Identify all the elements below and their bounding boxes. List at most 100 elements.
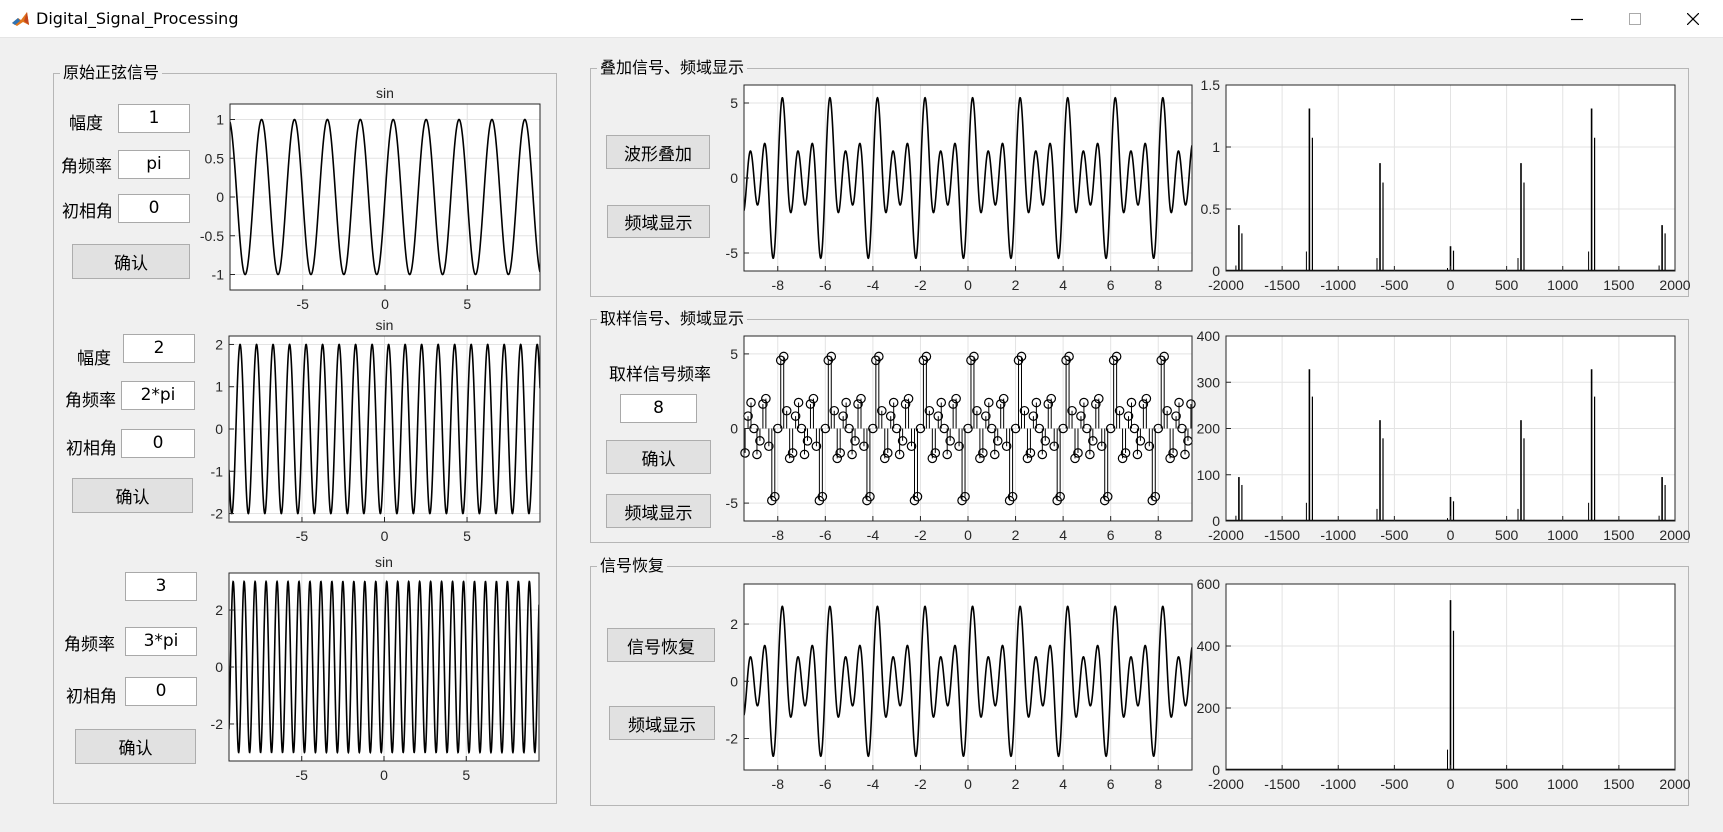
- x-tick-label: -1500: [1264, 776, 1300, 792]
- x-tick-label: 1000: [1547, 277, 1578, 293]
- x-tick-label: -4: [867, 776, 880, 792]
- x-tick-label: -6: [819, 527, 832, 543]
- x-tick-label: -2000: [1208, 277, 1244, 293]
- x-tick-label: -4: [867, 277, 880, 293]
- x-tick-label: -500: [1380, 776, 1408, 792]
- x-tick-label: 8: [1154, 776, 1162, 792]
- x-tick-label: 1000: [1547, 527, 1578, 543]
- x-tick-label: 6: [1107, 776, 1115, 792]
- x-tick-label: -1000: [1320, 776, 1356, 792]
- x-tick-label: -2000: [1208, 776, 1244, 792]
- x-tick-label: 5: [462, 767, 470, 783]
- y-tick-label: 0: [215, 659, 223, 675]
- x-tick-label: 2000: [1659, 776, 1690, 792]
- y-tick-label: 2: [730, 616, 738, 632]
- x-tick-label: -1500: [1264, 527, 1300, 543]
- y-tick-label: -1: [212, 267, 225, 283]
- chart-sum_spec: -2000 -1500 -1000 -500 0 500 1000 1500 2000 0 0.5 1…: [1201, 77, 1691, 293]
- x-tick-label: 1500: [1603, 776, 1634, 792]
- x-tick-label: 8: [1154, 277, 1162, 293]
- x-tick-label: 0: [964, 277, 972, 293]
- y-tick-label: 0: [1212, 762, 1220, 778]
- y-tick-label: 600: [1197, 576, 1221, 592]
- x-tick-label: 5: [463, 296, 471, 312]
- chart-title: sin: [375, 554, 393, 570]
- x-tick-label: 5: [463, 528, 471, 544]
- y-tick-label: 100: [1197, 467, 1221, 483]
- y-tick-label: 1: [215, 379, 223, 395]
- chart-title: sin: [376, 85, 394, 101]
- x-tick-label: -6: [819, 277, 832, 293]
- y-tick-label: -2: [211, 506, 224, 522]
- chart-sin3: -5 0 5 -2 0 2 sin: [211, 554, 540, 783]
- y-tick-label: 1.5: [1201, 77, 1221, 93]
- x-tick-label: -2000: [1208, 527, 1244, 543]
- chart-sin1: -5 0 5 -1 -0.5 0 0.5 1 sin: [200, 85, 541, 312]
- x-tick-label: 500: [1495, 527, 1519, 543]
- y-tick-label: -2: [211, 716, 224, 732]
- y-tick-label: 200: [1197, 421, 1221, 437]
- x-tick-label: 6: [1107, 527, 1115, 543]
- y-tick-label: 0: [216, 189, 224, 205]
- chart-title: sin: [376, 317, 394, 333]
- x-tick-label: -2: [914, 527, 927, 543]
- x-tick-label: 0: [381, 528, 389, 544]
- x-tick-label: -1500: [1264, 277, 1300, 293]
- x-tick-label: 4: [1059, 527, 1067, 543]
- x-tick-label: 1500: [1603, 527, 1634, 543]
- x-tick-label: -2: [914, 277, 927, 293]
- x-tick-label: -8: [772, 277, 785, 293]
- y-tick-label: -5: [726, 495, 739, 511]
- plot-area: -5 0 5 -1 -0.5 0 0.5 1 sin -5 0 5 -2 -1 0 1 2 sin -5 0 5 -2 0 2…: [200, 77, 1691, 792]
- y-tick-label: 0: [730, 170, 738, 186]
- x-tick-label: -2: [914, 776, 927, 792]
- y-tick-label: 0: [730, 673, 738, 689]
- y-tick-label: 0.5: [1201, 201, 1221, 217]
- x-tick-label: 2000: [1659, 527, 1690, 543]
- x-tick-label: 0: [381, 296, 389, 312]
- y-tick-label: -5: [726, 245, 739, 261]
- x-tick-label: -4: [867, 527, 880, 543]
- x-tick-label: 0: [964, 527, 972, 543]
- x-tick-label: 0: [1447, 277, 1455, 293]
- y-tick-label: 0: [215, 421, 223, 437]
- x-tick-label: 1000: [1547, 776, 1578, 792]
- chart-sampled_spec: -2000 -1500 -1000 -500 0 500 1000 1500 2000 0 100 2…: [1197, 328, 1691, 543]
- x-tick-label: -8: [772, 776, 785, 792]
- x-tick-label: -6: [819, 776, 832, 792]
- x-tick-label: 2000: [1659, 277, 1690, 293]
- y-tick-label: 5: [730, 95, 738, 111]
- y-tick-label: -2: [726, 731, 739, 747]
- y-tick-label: 2: [215, 602, 223, 618]
- chart-recovered: -8 -6 -4 -2 0 2 4 6 8 -2 0 2: [726, 583, 1193, 792]
- y-tick-label: 400: [1197, 328, 1221, 344]
- x-tick-label: 6: [1107, 277, 1115, 293]
- y-tick-label: 200: [1197, 700, 1221, 716]
- x-tick-label: 500: [1495, 776, 1519, 792]
- x-tick-label: 4: [1059, 277, 1067, 293]
- x-tick-label: -8: [772, 527, 785, 543]
- x-tick-label: 1500: [1603, 277, 1634, 293]
- x-tick-label: 4: [1059, 776, 1067, 792]
- y-tick-label: -1: [211, 463, 224, 479]
- x-tick-label: -500: [1380, 277, 1408, 293]
- x-tick-label: -5: [296, 528, 309, 544]
- y-tick-label: 1: [1212, 139, 1220, 155]
- x-tick-label: -5: [297, 296, 310, 312]
- y-tick-label: 0.5: [205, 150, 225, 166]
- x-tick-label: -1000: [1320, 527, 1356, 543]
- x-tick-label: 2: [1012, 277, 1020, 293]
- y-tick-label: 300: [1197, 374, 1221, 390]
- x-tick-label: 0: [964, 776, 972, 792]
- x-tick-label: -5: [296, 767, 309, 783]
- y-tick-label: 0: [1212, 263, 1220, 279]
- y-tick-label: -0.5: [200, 228, 224, 244]
- chart-sampled: -8 -6 -4 -2 0 2 4 6 8 -5 0 5: [726, 335, 1196, 543]
- y-tick-label: 1: [216, 112, 224, 128]
- x-tick-label: 2: [1012, 776, 1020, 792]
- x-tick-label: -500: [1380, 527, 1408, 543]
- x-tick-label: 500: [1495, 277, 1519, 293]
- chart-recovered_spec: -2000 -1500 -1000 -500 0 500 1000 1500 2000 0 200 4…: [1197, 576, 1691, 792]
- x-tick-label: 0: [380, 767, 388, 783]
- y-tick-label: 5: [730, 346, 738, 362]
